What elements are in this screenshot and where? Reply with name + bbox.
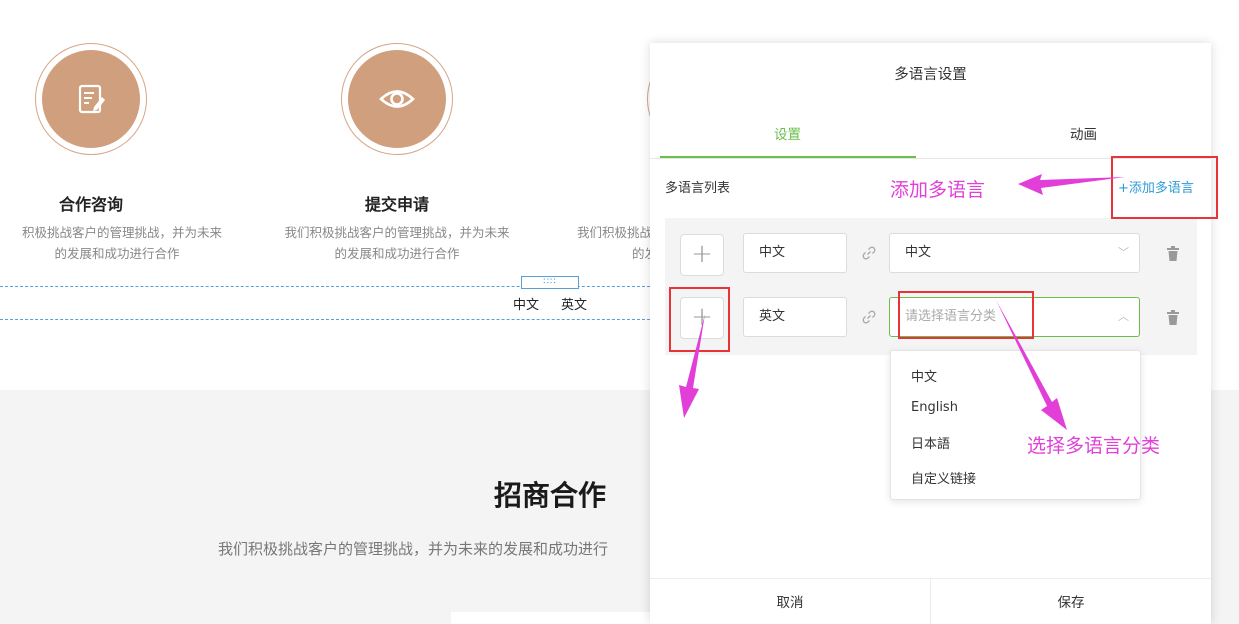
arrow-to-select bbox=[996, 300, 1067, 430]
annotation-add-language: 添加多语言 bbox=[890, 179, 986, 201]
arrow-to-plus-button bbox=[679, 314, 705, 418]
annotation-arrows bbox=[679, 174, 1125, 430]
arrow-to-add-language bbox=[1018, 174, 1125, 195]
annotation-select-category: 选择多语言分类 bbox=[1027, 435, 1161, 457]
